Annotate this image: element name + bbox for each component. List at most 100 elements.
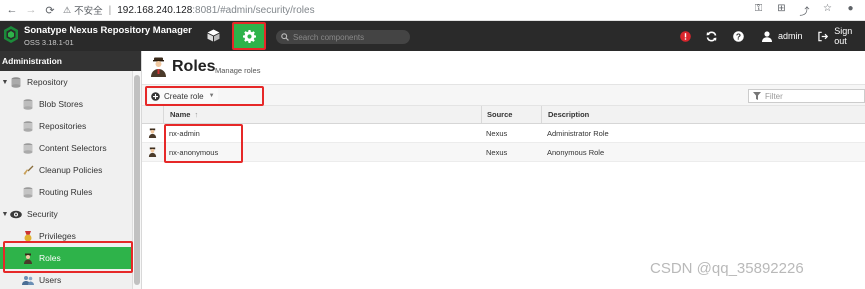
role-source-cell: Nexus [486,128,508,138]
filter-box[interactable] [748,89,865,103]
name-column-header[interactable]: Name ↑ [163,106,481,123]
blob-store-icon [22,98,34,110]
sidebar-item-routing-rules[interactable]: Routing Rules [0,181,141,203]
sidebar-item-content-selectors[interactable]: Content Selectors [0,137,141,159]
sidebar-item-blob-stores[interactable]: Blob Stores [0,93,141,115]
table-row[interactable]: nx-anonymous Nexus Anonymous Role [142,143,865,162]
routing-icon [22,186,34,198]
grid-toolbar: Create role ▼ [142,84,865,106]
nexus-logo-icon [4,26,18,43]
medal-icon [22,230,34,242]
search-input[interactable] [293,32,403,42]
star-icon[interactable]: ☆ [821,3,834,18]
icon-column-header [142,106,163,123]
gear-icon [242,29,256,43]
role-description-cell: Administrator Role [547,128,609,138]
sort-asc-icon: ↑ [194,110,199,119]
role-name-cell: nx-anonymous [169,147,219,157]
key-icon[interactable]: ⚿ [752,3,765,18]
role-icon [22,252,34,264]
users-icon [22,274,34,286]
caret-down-icon[interactable]: ▼ [0,79,10,86]
sidebar-group-repository[interactable]: ▼ Repository [0,71,141,93]
help-icon[interactable]: ? [733,29,744,43]
svg-text:?: ? [736,31,741,41]
translate-icon[interactable]: ⊞ [775,3,788,18]
signout-button[interactable]: Sign out [818,26,865,46]
filter-icon [753,92,761,100]
broom-icon [22,164,34,176]
sidebar-item-users[interactable]: Users [0,269,141,289]
filter-input[interactable] [765,91,860,101]
sidebar-item-label: Repositories [39,121,87,131]
watermark: CSDN @qq_35892226 [650,260,804,277]
sidebar-item-label: Privileges [39,231,76,241]
warning-icon[interactable]: ⚠ [63,5,71,16]
sidebar-item-label: Routing Rules [39,187,93,197]
sidebar-item-privileges[interactable]: Privileges [0,225,141,247]
sidebar-item-cleanup-policies[interactable]: Cleanup Policies [0,159,141,181]
plus-circle-icon [151,91,160,101]
eye-icon [10,208,22,220]
main-panel: Roles Manage roles Create role ▼ Name ↑ … [142,51,865,289]
address-separator: | [108,4,112,16]
url-host: 192.168.240.128 [117,4,193,16]
sidebar-item-label: Roles [39,253,61,263]
insecure-label: 不安全 [74,6,103,17]
database-icon [10,76,22,88]
role-source-cell: Nexus [486,147,508,157]
content-selector-icon [22,142,34,154]
refresh-icon[interactable] [706,29,717,43]
app-version: OSS 3.18.1-01 [24,38,74,47]
description-column-header[interactable]: Description [541,106,865,123]
sidebar-item-label: Security [27,209,58,219]
sidebar-item-roles[interactable]: Roles [0,247,141,269]
sidebar-group-security[interactable]: ▼ Security [0,203,141,225]
role-name-cell: nx-admin [169,128,200,138]
signout-icon [818,31,829,41]
search-box[interactable] [276,30,410,44]
user-name: admin [778,31,803,41]
browser-toolbar: ← → ⟳ ⚠ 不安全 | 192.168.240.128:8081/#admi… [0,0,865,21]
page-header: Roles Manage roles [142,51,865,84]
sidebar-item-repositories[interactable]: Repositories [0,115,141,137]
grid-header: Name ↑ Source Description [142,106,865,124]
role-icon [151,57,166,77]
sidebar-item-label: Content Selectors [39,143,107,153]
create-role-button[interactable]: Create role ▼ [148,89,218,103]
sidebar-scrollbar[interactable] [132,71,141,289]
sidebar-item-label: Users [39,275,62,285]
sidebar-title: Administration [0,51,141,71]
source-column-header[interactable]: Source [481,106,541,123]
reload-icon[interactable]: ⟳ [43,3,57,17]
source-column-label: Source [487,110,513,119]
share-icon[interactable]: ⤴ [798,3,811,18]
sidebar-item-label: Cleanup Policies [39,165,103,175]
app-header: Sonatype Nexus Repository Manager OSS 3.… [0,21,865,51]
alert-icon[interactable] [680,29,691,43]
url-path: :8081/#admin/security/roles [192,4,315,16]
caret-down-icon[interactable]: ▼ [0,211,10,218]
browse-mode-icon[interactable] [206,29,220,43]
page-subtitle: Manage roles [215,66,261,75]
address-bar[interactable]: ⚠ 不安全 | 192.168.240.128:8081/#admin/secu… [63,3,315,18]
page-title: Roles [172,58,216,75]
create-role-label: Create role [164,91,204,101]
search-icon [281,33,289,41]
dropdown-caret-icon: ▼ [208,93,215,99]
user-menu[interactable]: admin [762,29,803,43]
signout-label: Sign out [834,26,853,46]
browser-actions: ⚿ ⊞ ⤴ ☆ ● [752,3,857,18]
profile-icon[interactable]: ● [844,3,857,18]
repository-icon [22,120,34,132]
role-icon [142,124,163,142]
admin-sidebar: Administration ▼ Repository Blob Stores … [0,51,142,289]
name-column-label: Name [170,110,191,119]
description-column-label: Description [548,110,590,119]
role-icon [142,143,163,161]
table-row[interactable]: nx-admin Nexus Administrator Role [142,124,865,143]
roles-grid: Name ↑ Source Description nx-admin Nexus… [142,106,865,163]
back-icon[interactable]: ← [5,3,19,17]
forward-icon[interactable]: → [24,3,38,17]
admin-mode-button[interactable] [234,24,264,48]
